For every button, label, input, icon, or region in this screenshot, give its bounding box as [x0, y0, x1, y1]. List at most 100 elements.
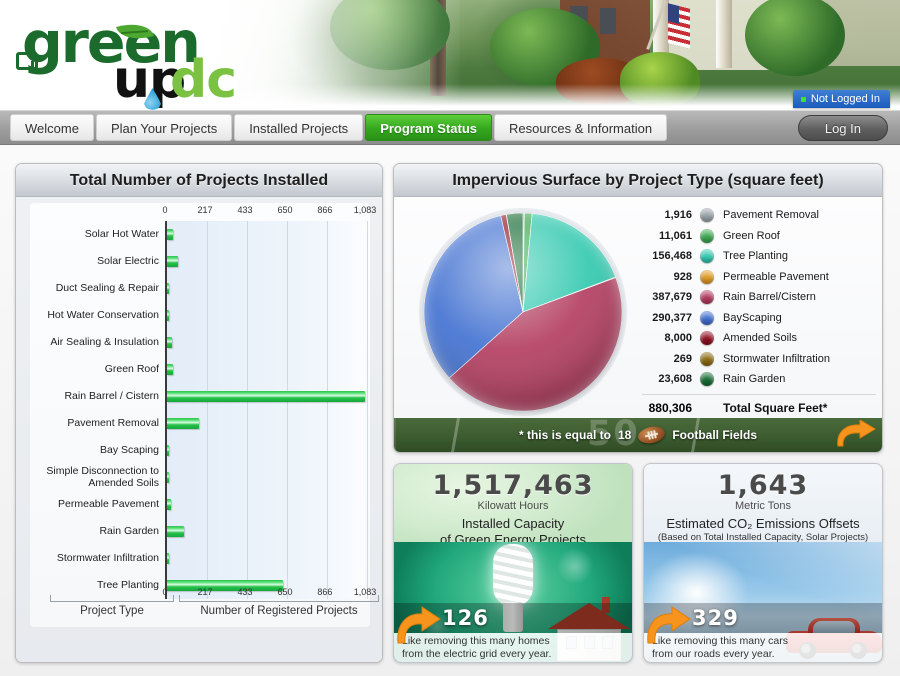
bar-category-label: Solar Hot Water: [84, 227, 159, 240]
footnote-number: 18: [617, 428, 632, 442]
bar-row: Pavement Removal: [67, 410, 365, 437]
axis-tick-label: 0: [162, 205, 168, 215]
bar: [167, 310, 169, 321]
footnote-prefix: * this is equal to: [518, 428, 611, 442]
bar: [167, 229, 173, 240]
legend-label: Green Roof: [723, 229, 780, 242]
legend-label: Permeable Pavement: [723, 270, 829, 283]
energy-arrow-icon: [396, 605, 442, 647]
co2-unit: Metric Tons: [734, 500, 792, 512]
legend-swatch-icon: [700, 310, 714, 325]
panel-title-projects-installed: Total Number of Projects Installed: [16, 164, 382, 197]
co2-arrow-icon: [646, 605, 692, 647]
gridline: [367, 221, 368, 599]
tab-resources-information[interactable]: Resources & Information: [494, 114, 668, 141]
panel-impervious-surface: Impervious Surface by Project Type (squa…: [393, 163, 883, 453]
main-content: Total Number of Projects Installed 0 217 4…: [0, 145, 900, 676]
legend-label: Pavement Removal: [723, 209, 819, 222]
bar-category-label: Rain Barrel / Cistern: [64, 389, 159, 402]
bar-chart-plot: Solar Hot Water Solar Electric Duct Sealin…: [46, 221, 368, 599]
legend-swatch-icon: [700, 351, 714, 366]
panel-green-energy: 1,517,463 Kilowatt Hours Installed Capac…: [393, 463, 633, 663]
axis-tick-label: 650: [277, 205, 293, 215]
bar-category-label: Pavement Removal: [67, 416, 159, 429]
status-badge-not-logged-in: Not Logged In: [792, 90, 890, 108]
tab-installed-projects[interactable]: Installed Projects: [234, 114, 364, 141]
legend-total-label: Total Square Feet*: [723, 401, 828, 415]
axis-tick-label: 217: [197, 205, 213, 215]
bar: [167, 391, 365, 402]
energy-unit: Kilowatt Hours: [477, 500, 549, 512]
bar: [167, 499, 172, 510]
legend-label: Rain Garden: [723, 373, 786, 386]
legend-swatch-icon: [700, 208, 714, 223]
co2-count: 329: [692, 606, 739, 630]
header-window-2: [600, 8, 616, 34]
bar: [167, 256, 178, 267]
header-column-right: [716, 0, 732, 68]
bar-row: Stormwater Infiltration: [57, 545, 365, 572]
legend-row: 290,377 BayScaping: [642, 308, 876, 329]
y-axis-caption: Project Type: [80, 605, 144, 617]
bar-row: Bay Scaping: [100, 437, 365, 464]
football-fields-banner: 50 * this is equal to 18 Football Fields: [394, 418, 882, 452]
legend-value: 1,916: [664, 209, 692, 222]
bar-row: Hot Water Conservation: [47, 302, 365, 329]
co2-foot-line2: from our roads every year.: [652, 648, 775, 660]
legend-total-row: 880,306 Total Square Feet*: [642, 393, 876, 418]
bar-row: Permeable Pavement: [58, 491, 365, 518]
bar-chart-captions: Project Type Number of Registered Projec…: [44, 587, 382, 621]
pie-svg: [419, 208, 627, 416]
bar-row: Air Sealing & Insulation: [50, 329, 365, 356]
tab-welcome[interactable]: Welcome: [10, 114, 94, 141]
legend-value: 11,061: [658, 229, 692, 242]
bar: [167, 445, 169, 456]
legend-value: 156,468: [652, 250, 692, 263]
y-axis-bracket: [50, 595, 174, 602]
energy-value: 1,517,463: [432, 470, 594, 501]
bar-chart-body: 0 217 433 650 866 1,083 Solar Hot Water Solar …: [16, 197, 382, 662]
bar-category-label: Permeable Pavement: [58, 497, 159, 510]
bar-chart-area: 0 217 433 650 866 1,083 Solar Hot Water Solar …: [30, 203, 379, 627]
football-icon: [636, 424, 667, 446]
legend-row: 387,679 Rain Barrel/Cistern: [642, 287, 876, 308]
axis-tick-label: 866: [317, 205, 333, 215]
legend-total-value: 880,306: [648, 401, 692, 415]
orange-arrow-icon: [832, 419, 876, 450]
bar-category-label: Air Sealing & Insulation: [50, 335, 159, 348]
log-in-button[interactable]: Log In: [797, 115, 888, 141]
legend-label: Stormwater Infiltration: [723, 352, 830, 365]
legend-label: Tree Planting: [723, 250, 789, 263]
site-logo[interactable]: green up dc: [10, 6, 270, 110]
bar: [167, 472, 169, 483]
bar-category-label: Duct Sealing & Repair: [55, 281, 159, 294]
bar-category-label: Simple Disconnection to Amended Soils: [46, 465, 159, 489]
legend-value: 23,608: [658, 373, 692, 386]
panel-projects-installed: Total Number of Projects Installed 0 217 4…: [15, 163, 383, 663]
footnote-suffix: Football Fields: [672, 428, 758, 442]
bar-row: Rain Garden: [99, 518, 365, 545]
bar-category-label: Solar Electric: [97, 254, 159, 267]
legend-value: 8,000: [664, 332, 692, 345]
tab-plan-your-projects[interactable]: Plan Your Projects: [95, 114, 233, 141]
tab-program-status[interactable]: Program Status: [365, 114, 492, 141]
legend-row: 269 Stormwater Infiltration: [642, 349, 876, 370]
bulb-coil: [493, 544, 533, 606]
legend-row: 1,916 Pavement Removal: [642, 205, 876, 226]
logo-text-dc: dc: [170, 50, 237, 110]
bar-row: Duct Sealing & Repair: [56, 275, 365, 302]
energy-header: 1,517,463 Kilowatt Hours Installed Capac…: [394, 464, 632, 547]
legend-row: 156,468 Tree Planting: [642, 246, 876, 267]
pie-legend: 1,916 Pavement Removal 11,061 Green Roof 156…: [642, 205, 876, 418]
co2-header: 1,643 Metric Tons Estimated CO₂ Emission…: [644, 464, 882, 543]
bar: [167, 364, 173, 375]
legend-swatch-icon: [700, 372, 714, 387]
bar-row: Green Roof: [105, 356, 365, 383]
legend-label: BayScaping: [723, 311, 782, 324]
bar: [167, 526, 184, 537]
pie-chart-body: 1,916 Pavement Removal 11,061 Green Roof 156…: [394, 197, 882, 452]
pie-chart-graphic: [408, 203, 638, 425]
co2-value: 1,643: [717, 470, 809, 501]
main-navigation: Welcome Plan Your Projects Installed Pro…: [0, 110, 900, 145]
legend-swatch-icon: [700, 228, 714, 243]
